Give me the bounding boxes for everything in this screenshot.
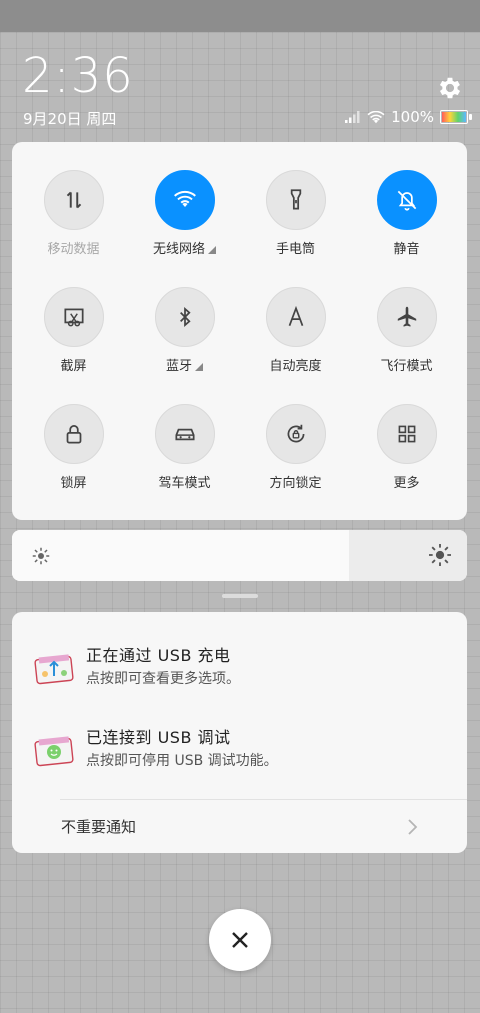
toggle-button[interactable]: [154, 287, 215, 347]
usb-debug-icon: [34, 736, 74, 767]
notification-title: 正在通过 USB 充电: [86, 646, 231, 665]
car-icon: [174, 428, 195, 441]
chevron-right-icon[interactable]: [407, 818, 419, 836]
toggle-button[interactable]: [376, 287, 437, 347]
wifi-icon: [173, 190, 196, 208]
close-button[interactable]: [209, 909, 271, 971]
toggle-label: 更多: [351, 472, 462, 491]
toggle-label: 驾车模式: [129, 472, 240, 491]
mobile-data-icon: [66, 191, 81, 209]
auto-brightness-icon: [288, 305, 303, 326]
airplane-icon: [397, 306, 416, 327]
toggle-button[interactable]: [265, 170, 326, 230]
usb-charge-icon: [34, 654, 74, 685]
toggle-label-text: 锁屏: [60, 476, 87, 491]
minor-notifications-link[interactable]: 不重要通知: [61, 816, 136, 837]
toggle-label-text: 静音: [393, 242, 420, 257]
clock: 2:36: [22, 48, 134, 104]
brightness-slider[interactable]: [12, 530, 467, 581]
toggle-label: 飞行模式: [351, 355, 462, 374]
notification-card: 正在通过 USB 充电 点按即可查看更多选项。 已连接到 USB 调试 点按即可…: [12, 612, 467, 853]
toggle-grid-more[interactable]: 更多: [351, 376, 462, 491]
brightness-fill: [12, 530, 349, 581]
toggle-mute-bell[interactable]: 静音: [351, 142, 462, 257]
battery-icon: [440, 110, 472, 124]
toggle-button[interactable]: [43, 170, 104, 230]
notification-subtitle: 点按即可查看更多选项。: [86, 671, 240, 687]
toggle-label-text: 移动数据: [47, 242, 100, 257]
toggle-label-text: 自动亮度: [269, 359, 322, 374]
expand-triangle-icon: [195, 363, 203, 371]
close-icon: [232, 932, 248, 948]
toggle-label-text: 无线网络: [152, 242, 205, 257]
toggle-airplane[interactable]: 飞行模式: [351, 259, 462, 374]
toggle-label: 手电筒: [240, 238, 351, 257]
bluetooth-icon: [179, 306, 191, 328]
toggle-button[interactable]: [265, 287, 326, 347]
toggle-label-text: 蓝牙: [165, 359, 192, 374]
toggle-label: 移动数据: [18, 238, 129, 257]
toggle-button[interactable]: [43, 287, 104, 347]
toggle-label: 方向锁定: [240, 472, 351, 491]
toggle-label: 锁屏: [18, 472, 129, 491]
toggle-wifi[interactable]: 无线网络: [129, 142, 240, 257]
toggle-button[interactable]: [376, 170, 437, 230]
toggle-bluetooth[interactable]: 蓝牙: [129, 259, 240, 374]
lock-icon: [66, 425, 81, 444]
quick-settings-panel: 移动数据 无线网络 手电筒 静音截屏 蓝牙 自动亮度 飞行模式锁屏 驾车模式 方向锁定 更多: [12, 142, 467, 520]
toggle-label: 截屏: [18, 355, 129, 374]
toggle-car[interactable]: 驾车模式: [129, 376, 240, 491]
toggle-button[interactable]: [154, 170, 215, 230]
brightness-high-icon: [429, 544, 451, 566]
toggle-screenshot[interactable]: 截屏: [18, 259, 129, 374]
mute-bell-icon: [397, 190, 416, 211]
date: 9月20日 周四: [23, 110, 117, 128]
toggle-rotation-lock[interactable]: 方向锁定: [240, 376, 351, 491]
notification-usb-charging[interactable]: 正在通过 USB 充电 点按即可查看更多选项。: [12, 642, 467, 712]
top-strip: [0, 0, 480, 32]
quick-toggle-grid: 移动数据 无线网络 手电筒 静音截屏 蓝牙 自动亮度 飞行模式锁屏 驾车模式 方向锁定 更多: [12, 142, 467, 520]
toggle-label-text: 手电筒: [275, 242, 315, 257]
toggle-label-text: 截屏: [60, 359, 87, 374]
toggle-label-text: 驾车模式: [158, 476, 211, 491]
toggle-label-text: 飞行模式: [380, 359, 433, 374]
toggle-label-text: 更多: [393, 476, 420, 491]
notification-subtitle: 点按即可停用 USB 调试功能。: [86, 753, 278, 769]
toggle-label: 自动亮度: [240, 355, 351, 374]
toggle-button[interactable]: [43, 404, 104, 464]
signal-icon: [345, 111, 360, 123]
expand-triangle-icon: [208, 246, 216, 254]
toggle-label: 静音: [351, 238, 462, 257]
toggle-auto-brightness[interactable]: 自动亮度: [240, 259, 351, 374]
toggle-button[interactable]: [265, 404, 326, 464]
screenshot-icon: [63, 308, 84, 327]
flashlight-icon: [290, 189, 301, 210]
rotation-lock-icon: [287, 424, 304, 443]
toggle-label: 无线网络: [129, 238, 240, 257]
settings-gear-icon[interactable]: [436, 74, 464, 102]
toggle-button[interactable]: [154, 404, 215, 464]
status-icons: 100%: [345, 108, 472, 126]
notification-title: 已连接到 USB 调试: [86, 728, 231, 747]
toggle-button[interactable]: [376, 404, 437, 464]
divider: [60, 799, 467, 800]
toggle-mobile-data[interactable]: 移动数据: [18, 142, 129, 257]
panel-drag-handle[interactable]: [222, 594, 258, 598]
grid-more-icon: [398, 425, 415, 443]
toggle-flashlight[interactable]: 手电筒: [240, 142, 351, 257]
battery-percent: 100%: [391, 108, 434, 126]
toggle-label-text: 方向锁定: [269, 476, 322, 491]
notification-usb-debugging[interactable]: 已连接到 USB 调试 点按即可停用 USB 调试功能。: [12, 724, 467, 794]
brightness-low-icon: [32, 547, 50, 565]
wifi-icon: [367, 110, 385, 123]
toggle-label: 蓝牙: [129, 355, 240, 374]
toggle-lock[interactable]: 锁屏: [18, 376, 129, 491]
